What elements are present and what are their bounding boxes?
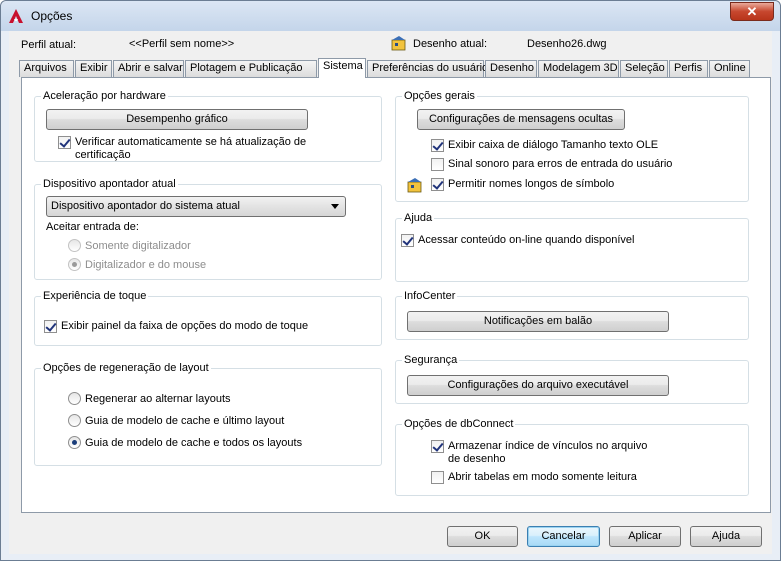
- tab-desenho[interactable]: Desenho: [485, 60, 537, 77]
- window-title: Opções: [31, 9, 73, 23]
- help-title: Ajuda: [402, 212, 435, 224]
- tab-selecao[interactable]: Seleção: [620, 60, 668, 77]
- readonly-tables-check-row[interactable]: Abrir tabelas em modo somente leitura: [431, 471, 637, 484]
- tab-arquivos[interactable]: Arquivos: [19, 60, 74, 77]
- title-bar[interactable]: Opções ✕: [1, 1, 780, 31]
- tab-perfis[interactable]: Perfis: [669, 60, 708, 77]
- profile-value: <<Perfil sem nome>>: [129, 38, 235, 50]
- regen-switch-radio[interactable]: [68, 392, 81, 405]
- drawing-icon: [407, 178, 422, 193]
- tab-abrir-salvar[interactable]: Abrir e salvar: [113, 60, 184, 77]
- online-help-check-row[interactable]: Acessar conteúdo on-line quando disponív…: [401, 234, 634, 247]
- readonly-tables-checkbox[interactable]: [431, 471, 444, 484]
- digitizer-mouse-label: Digitalizador e do mouse: [85, 258, 207, 271]
- digitizer-only-radio-row[interactable]: Somente digitalizador: [68, 239, 191, 252]
- ole-check-row[interactable]: Exibir caixa de diálogo Tamanho texto OL…: [431, 139, 658, 152]
- cache-all-radio[interactable]: [68, 436, 81, 449]
- cache-all-radio-row[interactable]: Guia de modelo de cache e todos os layou…: [68, 436, 302, 449]
- cancel-button[interactable]: Cancelar: [527, 526, 600, 547]
- touch-label: Exibir painel da faixa de opções do modo…: [61, 320, 309, 332]
- tab-sistema[interactable]: Sistema: [318, 58, 366, 78]
- dialog-client: Perfil atual: <<Perfil sem nome>> Desenh…: [9, 31, 772, 554]
- digitizer-mouse-radio-row[interactable]: Digitalizador e do mouse: [68, 258, 206, 271]
- pointing-device-value: Dispositivo apontador do sistema atual: [51, 200, 240, 212]
- regen-title: Opções de regeneração de layout: [41, 362, 211, 374]
- store-links-check-row[interactable]: Armazenar índice de vínculos no arquivo …: [431, 440, 661, 466]
- balloon-notifications-button[interactable]: Notificações em balão: [407, 311, 669, 332]
- ole-checkbox[interactable]: [431, 139, 444, 152]
- security-title: Segurança: [402, 354, 460, 366]
- help-button[interactable]: Ajuda: [690, 526, 762, 547]
- tab-online[interactable]: Online: [709, 60, 750, 77]
- touch-check-row[interactable]: Exibir painel da faixa de opções do modo…: [44, 320, 308, 333]
- online-help-checkbox[interactable]: [401, 234, 414, 247]
- beep-check-row[interactable]: Sinal sonoro para erros de entrada do us…: [431, 158, 672, 171]
- infocenter-title: InfoCenter: [402, 290, 458, 302]
- touch-title: Experiência de toque: [41, 290, 149, 302]
- drawing-label: Desenho atual:: [413, 38, 487, 50]
- ole-label: Exibir caixa de diálogo Tamanho texto OL…: [448, 139, 659, 151]
- sistema-panel: Aceleração por hardware Desempenho gráfi…: [21, 77, 771, 513]
- profile-label: Perfil atual:: [21, 39, 77, 51]
- online-help-label: Acessar conteúdo on-line quando disponív…: [418, 234, 635, 246]
- tab-exibir[interactable]: Exibir: [75, 60, 112, 77]
- tab-modelagem-3d[interactable]: Modelagem 3D: [538, 60, 619, 77]
- store-links-checkbox[interactable]: [431, 440, 444, 453]
- pointing-title: Dispositivo apontador atual: [41, 178, 178, 190]
- readonly-tables-label: Abrir tabelas em modo somente leitura: [448, 471, 637, 483]
- cache-last-label: Guia de modelo de cache e último layout: [85, 414, 285, 427]
- regen-switch-label: Regenerar ao alternar layouts: [85, 392, 231, 405]
- dbconnect-title: Opções de dbConnect: [402, 418, 516, 430]
- drawing-value: Desenho26.dwg: [527, 38, 607, 50]
- drawing-icon: [391, 36, 406, 51]
- options-dialog: Opções ✕ Perfil atual: <<Perfil sem nome…: [0, 0, 781, 561]
- help-group: Ajuda: [395, 212, 749, 282]
- ok-button[interactable]: OK: [447, 526, 518, 547]
- long-names-check-row[interactable]: Permitir nomes longos de símbolo: [431, 178, 614, 191]
- store-links-label: Armazenar índice de vínculos no arquivo …: [448, 440, 648, 465]
- certification-checkbox[interactable]: [58, 136, 71, 149]
- long-names-checkbox[interactable]: [431, 178, 444, 191]
- autocad-icon: [9, 9, 23, 23]
- touch-checkbox[interactable]: [44, 320, 57, 333]
- tab-preferencias[interactable]: Preferências do usuário: [367, 60, 488, 77]
- beep-label: Sinal sonoro para erros de entrada do us…: [448, 158, 673, 170]
- certification-check-row[interactable]: Verificar automaticamente se há atualiza…: [58, 136, 358, 162]
- certification-label: Verificar automaticamente se há atualiza…: [75, 136, 307, 161]
- pointing-device-select[interactable]: Dispositivo apontador do sistema atual: [46, 196, 346, 217]
- digitizer-only-label: Somente digitalizador: [85, 239, 191, 252]
- hardware-title: Aceleração por hardware: [41, 90, 168, 102]
- cache-all-label: Guia de modelo de cache e todos os layou…: [85, 436, 303, 449]
- regen-switch-radio-row[interactable]: Regenerar ao alternar layouts: [68, 392, 231, 405]
- executable-settings-button[interactable]: Configurações do arquivo executável: [407, 375, 669, 396]
- close-button[interactable]: ✕: [730, 2, 774, 21]
- beep-checkbox[interactable]: [431, 158, 444, 171]
- chevron-down-icon: [331, 204, 339, 209]
- digitizer-mouse-radio[interactable]: [68, 258, 81, 271]
- tab-plotagem[interactable]: Plotagem e Publicação: [185, 60, 317, 77]
- cache-last-radio-row[interactable]: Guia de modelo de cache e último layout: [68, 414, 284, 427]
- apply-button[interactable]: Aplicar: [609, 526, 681, 547]
- general-title: Opções gerais: [402, 90, 477, 102]
- accept-input-label: Aceitar entrada de:: [46, 221, 139, 233]
- digitizer-only-radio[interactable]: [68, 239, 81, 252]
- hidden-messages-button[interactable]: Configurações de mensagens ocultas: [417, 109, 625, 130]
- cache-last-radio[interactable]: [68, 414, 81, 427]
- graphics-performance-button[interactable]: Desempenho gráfico: [46, 109, 308, 130]
- long-names-label: Permitir nomes longos de símbolo: [448, 178, 615, 190]
